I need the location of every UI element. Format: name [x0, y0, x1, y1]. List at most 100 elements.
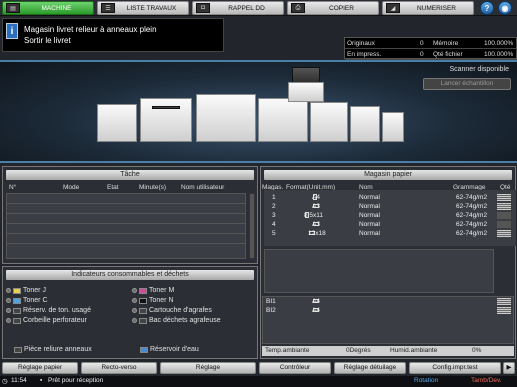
environment-bar: Temp.ambiante 0Degrés Humid.ambiante 0%: [262, 346, 514, 356]
temp-label: Temp.ambiante: [265, 347, 310, 354]
staple-icon: [139, 307, 147, 314]
scanner-icon: ◢: [386, 3, 400, 13]
test-print-config-button[interactable]: Config.impr.test: [409, 362, 501, 374]
counter-row-1: Originaux 0 Mémoire 100.000%: [345, 38, 517, 49]
top-tab-bar: ▤ MACHINE ☰ LISTE TRAVAUX ◘ RAPPEL DD ⎙ …: [0, 0, 517, 16]
consumable-toner-m: Toner M: [132, 287, 174, 294]
counters-panel: Originaux 0 Mémoire 100.000% En impress.…: [344, 37, 517, 60]
sample-print-button[interactable]: Lancer échantillon: [423, 78, 511, 90]
paper-panel-title: Magasin papier: [264, 170, 512, 180]
memory-label: Mémoire: [433, 40, 459, 47]
counter-row-2: En impress. 0 Qté fichier 100.000%: [345, 49, 517, 60]
tab-scan-label: NUMERISER: [416, 4, 456, 12]
scanner-status: Scanner disponible: [449, 66, 509, 73]
help-button[interactable]: ?: [480, 1, 494, 15]
staple-waste-icon: [139, 317, 147, 324]
rotation-indicator: Rotation: [414, 377, 439, 384]
originals-label: Originaux: [347, 40, 375, 47]
finisher-unit-1: [310, 102, 348, 142]
feeder-unit: [97, 104, 137, 142]
consumable-toner-c: Toner C: [6, 297, 48, 304]
machine-illustration[interactable]: [0, 62, 420, 161]
jobs-panel: Tâche N° Mode Etat Minute(s) Nom utilisa…: [2, 166, 258, 264]
disk-icon: ◘: [196, 3, 210, 13]
consumables-panel-title: Indicateurs consommables et déchets: [6, 270, 254, 280]
paper-empty-rows: [264, 249, 494, 293]
tray-level-3: [497, 212, 511, 219]
tray-row-5[interactable]: 5 12x18 Normal 62-74g/m2: [264, 230, 502, 238]
punch-icon: [13, 317, 21, 324]
arrow-right-icon: ▶: [506, 364, 512, 371]
printer-main-right: [258, 98, 308, 142]
jobs-col-user: Nom utilisateur: [181, 184, 225, 191]
tab-machine[interactable]: ▤ MACHINE: [2, 1, 94, 15]
controller-button[interactable]: Contrôleur: [259, 362, 331, 374]
tab-copy[interactable]: ⎙ COPIER: [287, 1, 379, 15]
tray-row-4[interactable]: 4 A3 Normal 62-74g/m2: [264, 221, 502, 229]
toner-icon: [139, 297, 147, 304]
tab-recall-label: RAPPEL DD: [228, 4, 265, 12]
jobs-row-line: [7, 233, 245, 234]
tray-row-1[interactable]: 1 A4 Normal 62-74g/m2: [264, 194, 502, 202]
jobs-col-mode: Mode: [63, 184, 80, 191]
status-message: Prêt pour réception: [48, 377, 104, 384]
copier-icon: ⎙: [291, 3, 305, 13]
printer-main-left: [140, 98, 192, 142]
ring-binding-icon: [14, 346, 22, 353]
waste-toner-icon: [13, 307, 21, 314]
finisher-unit-2: [350, 106, 380, 142]
consumable-punch-bin: Corbeille perforateur: [6, 317, 87, 324]
finisher-unit-3: [382, 112, 404, 142]
tab-recall[interactable]: ◘ RAPPEL DD: [192, 1, 284, 15]
ready-icon: ▪: [40, 377, 43, 384]
message-line-2: Sortir le livret: [24, 36, 71, 45]
printer-icon: ▤: [6, 3, 20, 13]
help-icon: ?: [484, 3, 490, 13]
status-bar: ◷ 11:54 ▪ Prêt pour réception Rotation T…: [0, 376, 517, 387]
hdd-label: Qté fichier: [433, 51, 463, 58]
message-box: i Magasin livret relieur à anneaux plein…: [2, 18, 224, 52]
tray-level-1: [497, 194, 511, 201]
jobs-row-line: [7, 223, 245, 224]
info-icon: i: [6, 23, 18, 39]
list-icon: ☰: [101, 3, 115, 13]
tray-row-3[interactable]: 3 8.5x11 Normal 62-74g/m2: [264, 212, 502, 220]
inserter-level-1: [497, 298, 511, 305]
paper-setting-button[interactable]: Réglage papier: [2, 362, 78, 374]
jobs-col-state: Etat: [107, 184, 119, 191]
consumable-toner-j: Toner J: [6, 287, 46, 294]
toner-icon: [13, 287, 21, 294]
humidity-label: Humid.ambiante: [390, 347, 438, 354]
duplex-button[interactable]: Recto-verso: [81, 362, 157, 374]
consumable-water-tank: Réservoir d'eau: [140, 346, 199, 353]
hdd-value: 100.000%: [484, 51, 514, 58]
jobs-panel-title: Tâche: [6, 170, 254, 180]
tab-jobs[interactable]: ☰ LISTE TRAVAUX: [97, 1, 189, 15]
consumable-staple-waste: Bac déchets agrafeuse: [132, 317, 221, 324]
jobs-scrollbar[interactable]: [249, 193, 255, 259]
decurl-adjustment-button[interactable]: Réglage détuilage: [334, 362, 406, 374]
tab-jobs-label: LISTE TRAVAUX: [126, 4, 177, 12]
printing-value: 0: [420, 51, 424, 58]
originals-value: 0: [420, 40, 424, 47]
tray-row-2[interactable]: 2 A3 Normal 62-74g/m2: [264, 203, 502, 211]
printer-panel-line: [152, 106, 180, 109]
toner-icon: [139, 287, 147, 294]
consumable-staple-cartridge: Cartouche d'agrafes: [132, 307, 212, 314]
jobs-row-line: [7, 203, 245, 204]
status-time: 11:54: [11, 377, 27, 384]
inserter-row-2[interactable]: BI2 A4: [264, 307, 502, 315]
tab-scan[interactable]: ◢ NUMERISER: [382, 1, 474, 15]
settings-button[interactable]: ◉: [498, 1, 512, 15]
adjustment-button[interactable]: Réglage: [160, 362, 256, 374]
scanner-base: [288, 82, 324, 102]
tray-level-5: [497, 230, 511, 237]
next-page-button[interactable]: ▶: [503, 362, 515, 374]
toner-icon: [13, 297, 21, 304]
jobs-col-no: N°: [9, 184, 17, 191]
temp-value: 0Degrés: [346, 347, 371, 354]
tray-level-4: [497, 221, 511, 228]
consumable-toner-n: Toner N: [132, 297, 174, 304]
inserter-row-1[interactable]: BI1 A4: [264, 298, 502, 306]
printing-label: En impress.: [347, 51, 382, 58]
